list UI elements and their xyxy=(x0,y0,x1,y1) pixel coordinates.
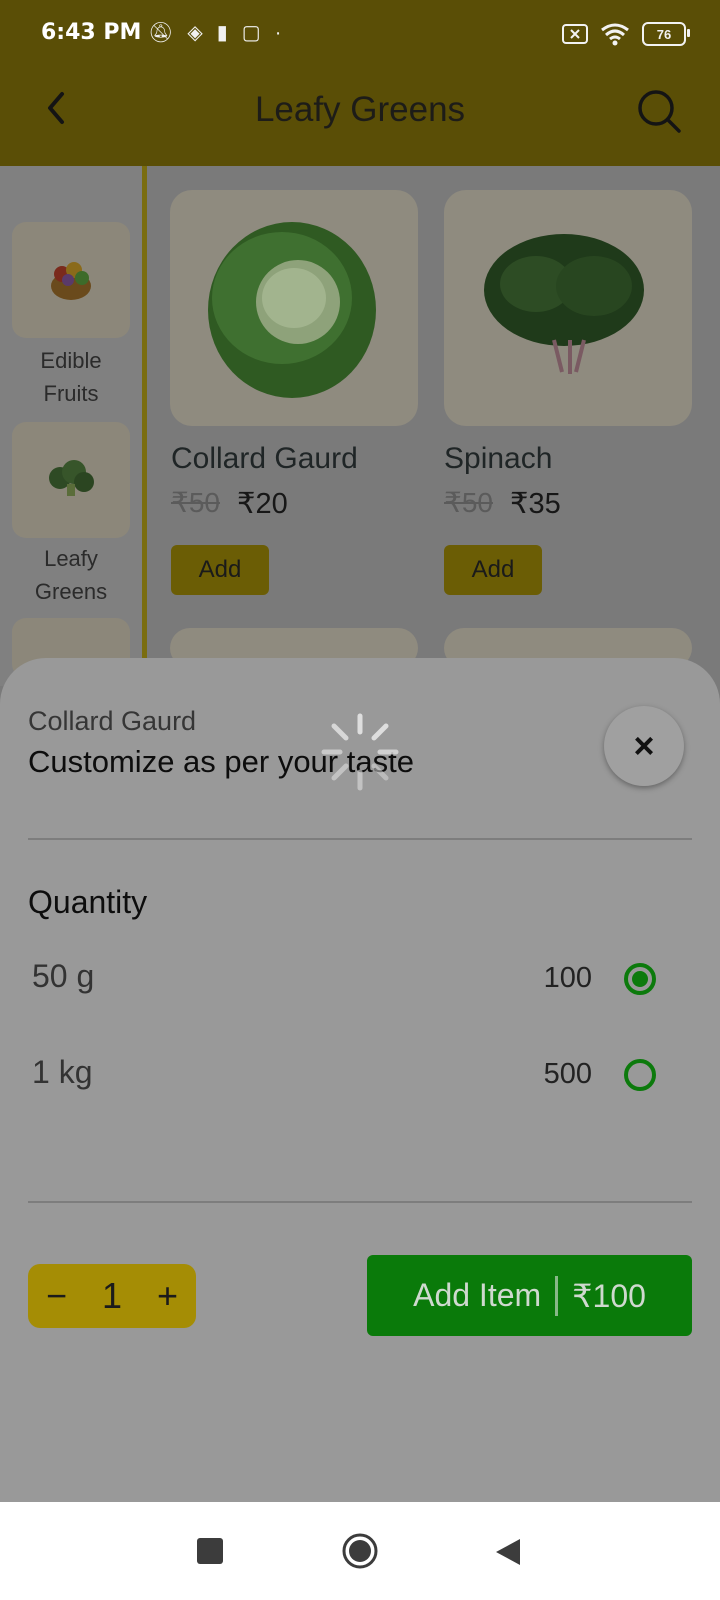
sheet-divider xyxy=(28,838,692,840)
bell-muted-icon: 🔕︎ xyxy=(148,22,174,44)
product-image-spinach[interactable] xyxy=(444,190,692,426)
wifi-icon xyxy=(601,23,629,46)
sheet-divider xyxy=(28,1201,692,1203)
trash-icon: ▮ xyxy=(216,22,228,44)
status-right-icons: 76 xyxy=(562,22,690,46)
add-item-price: ₹100 xyxy=(572,1277,646,1314)
quantity-value: 1 xyxy=(101,1275,123,1316)
decrement-button[interactable]: − xyxy=(46,1275,67,1317)
radio-unselected[interactable] xyxy=(624,1059,656,1091)
category-label-line: Edible xyxy=(40,348,102,373)
category-label-edible-fruits: Edible Fruits xyxy=(0,344,142,410)
category-leafy-greens[interactable] xyxy=(12,422,130,538)
battery-icon: 76 xyxy=(642,22,690,46)
category-edible-fruits[interactable] xyxy=(12,222,130,338)
broccoli-icon xyxy=(49,460,94,496)
product-name: Spinach xyxy=(444,442,553,475)
nav-back-icon[interactable] xyxy=(494,1537,522,1567)
dot-icon: · xyxy=(274,22,282,44)
recents-icon[interactable] xyxy=(197,1538,223,1564)
option-label[interactable]: 50 g xyxy=(32,958,94,995)
layers-icon: ◈ xyxy=(187,22,203,44)
add-item-label: Add Item xyxy=(413,1277,542,1313)
radio-selected[interactable] xyxy=(624,963,656,995)
sim-x-icon xyxy=(562,24,588,44)
product-name: Collard Gaurd xyxy=(171,442,358,475)
close-button[interactable]: × xyxy=(604,706,684,786)
loading-spinner-icon xyxy=(321,713,399,791)
page-title: Leafy Greens xyxy=(254,90,466,129)
status-icons: 🔕︎ ◈ ▮ ▢ · xyxy=(148,20,281,46)
radio-dot xyxy=(632,971,648,987)
cabbage-icon xyxy=(208,222,376,398)
product-price: ₹20 xyxy=(237,488,288,520)
quantity-heading: Quantity xyxy=(28,884,148,920)
category-label-line: Fruits xyxy=(43,381,99,406)
spinach-icon xyxy=(484,234,644,374)
product-price: ₹35 xyxy=(510,488,561,520)
fruit-basket-icon xyxy=(51,262,91,300)
product-old-price: ₹50 xyxy=(171,487,220,518)
add-button[interactable]: Add xyxy=(444,545,542,595)
home-icon[interactable] xyxy=(342,1533,378,1569)
product-image-collard[interactable] xyxy=(170,190,418,426)
add-button[interactable]: Add xyxy=(171,545,269,595)
option-price: 500 xyxy=(543,1058,592,1090)
product-old-price: ₹50 xyxy=(444,487,493,518)
category-label-line: Greens xyxy=(34,579,108,604)
battery-level: 76 xyxy=(656,26,672,42)
increment-button[interactable]: + xyxy=(157,1275,178,1317)
category-label-line: Leafy xyxy=(44,546,98,571)
quantity-stepper: − 1 + xyxy=(28,1264,196,1328)
category-label-leafy-greens: Leafy Greens xyxy=(0,542,142,608)
close-icon: × xyxy=(633,725,655,766)
option-label[interactable]: 1 kg xyxy=(32,1054,92,1091)
option-price: 100 xyxy=(543,962,592,994)
add-item-button[interactable]: Add Item ₹100 xyxy=(367,1255,692,1336)
search-icon[interactable] xyxy=(636,88,682,134)
button-separator xyxy=(555,1275,559,1316)
status-time: 6:43 PM xyxy=(41,20,142,45)
calendar-icon: ▢ xyxy=(241,22,261,44)
sheet-product-name: Collard Gaurd xyxy=(28,706,197,736)
sidebar-divider xyxy=(142,166,147,686)
